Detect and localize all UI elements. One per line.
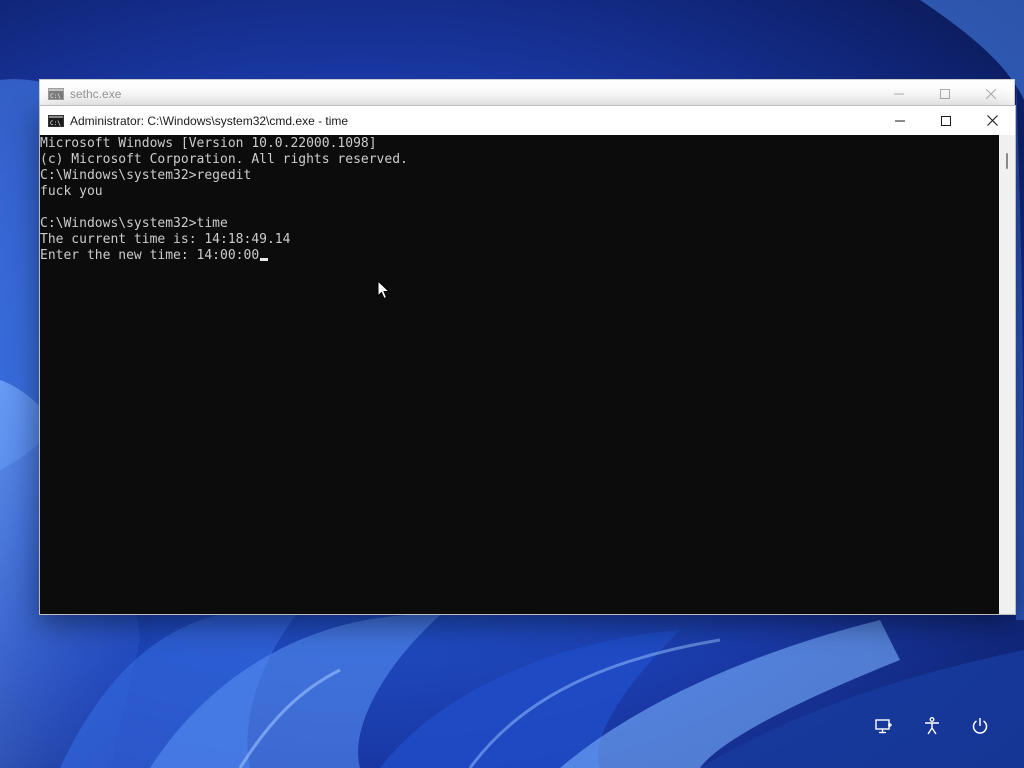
desktop: C:\ sethc.exe C:\ Administrator: C:\Wind… [0,0,1024,768]
cmd-window[interactable]: C:\ Administrator: C:\Windows\system32\c… [39,105,1016,615]
svg-text:C:\: C:\ [50,93,61,100]
sethc-close-button[interactable] [968,80,1014,108]
accessibility-button[interactable] [918,712,946,740]
cmd-console-icon: C:\ [48,88,64,100]
cmd-minimize-button[interactable] [877,107,923,135]
cmd-close-button[interactable] [969,107,1015,135]
network-icon [875,719,892,734]
console-scrollbar[interactable] [999,135,1015,614]
cmd-maximize-button[interactable] [923,107,969,135]
console-line: C:\Windows\system32>regedit [40,168,252,183]
console-line: Microsoft Windows [Version 10.0.22000.10… [40,136,377,151]
scrollbar-thumb[interactable] [1006,153,1008,169]
sethc-maximize-button[interactable] [922,80,968,108]
sethc-minimize-button[interactable] [876,80,922,108]
console-line: The current time is: 14:18:49.14 [40,232,291,247]
console-line: fuck you [40,184,103,199]
cmd-title: Administrator: C:\Windows\system32\cmd.e… [70,113,349,128]
text-cursor [260,258,269,261]
accessibility-icon [925,717,939,735]
svg-text:C:\: C:\ [50,120,61,127]
console-line: (c) Microsoft Corporation. All rights re… [40,152,408,167]
console-output[interactable]: Microsoft Windows [Version 10.0.22000.10… [40,135,999,614]
console-line: C:\Windows\system32>time [40,216,228,231]
console-input-line[interactable]: Enter the new time: 14:00:00 [40,248,999,264]
network-button[interactable] [870,712,898,740]
sethc-titlebar[interactable]: C:\ sethc.exe [40,80,1014,108]
sethc-title: sethc.exe [70,87,122,101]
power-icon [972,718,988,734]
power-button[interactable] [966,712,994,740]
console-input-text: Enter the new time: 14:00:00 [40,248,260,263]
cmd-console-icon: C:\ [48,114,64,127]
cmd-titlebar[interactable]: C:\ Administrator: C:\Windows\system32\c… [40,106,1015,135]
